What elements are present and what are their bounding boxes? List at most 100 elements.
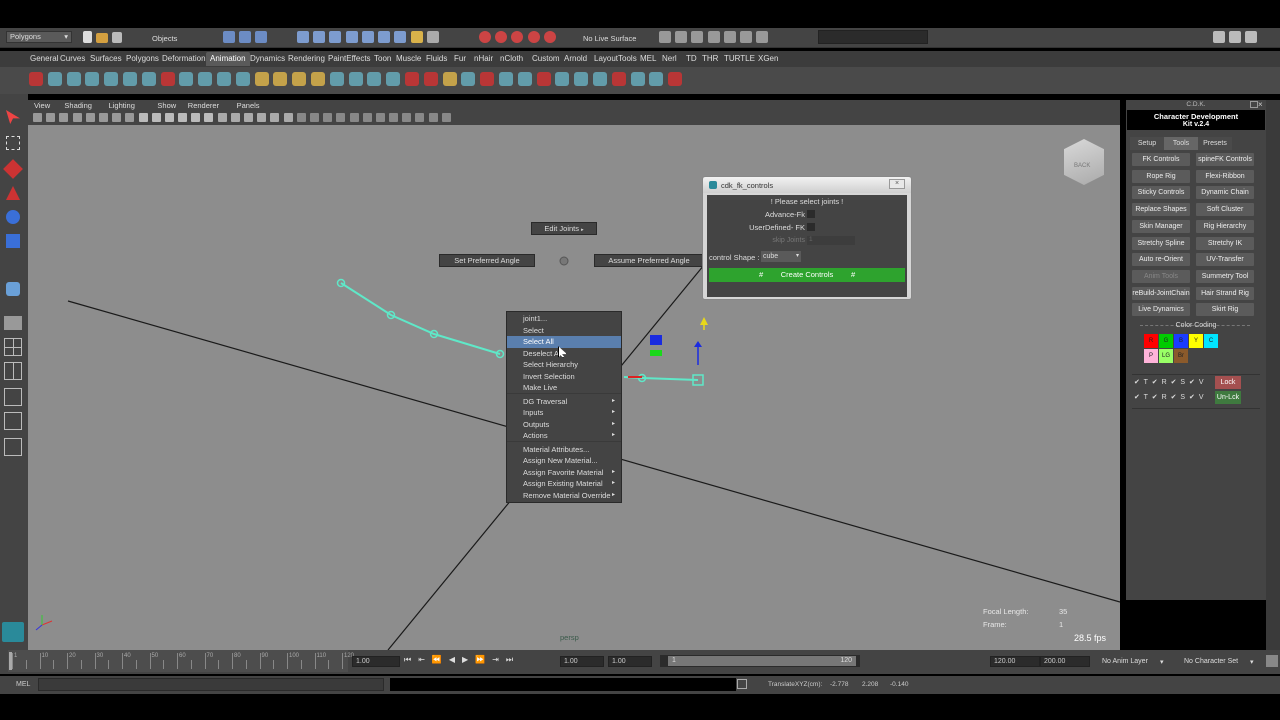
shelf-tool-icon[interactable]: [348, 72, 363, 86]
viewport-tool-icon[interactable]: [336, 113, 346, 122]
mask-dynamics-icon[interactable]: [378, 31, 391, 43]
shelf-tab-ncloth[interactable]: nCloth: [496, 52, 527, 66]
close-icon[interactable]: ×: [1258, 100, 1263, 109]
blue-control-shape[interactable]: [650, 335, 662, 345]
rotate-tool-icon[interactable]: [6, 210, 20, 224]
hypershade-icon[interactable]: [740, 31, 753, 43]
four-view-layout-icon[interactable]: [4, 338, 22, 356]
shelf-tool-icon[interactable]: [292, 72, 307, 86]
skip-joints-field[interactable]: 1: [807, 236, 855, 245]
quick-select-field[interactable]: [818, 30, 928, 44]
side-tab-strip[interactable]: [1266, 100, 1280, 650]
edit-joints-marking-item[interactable]: Edit Joints ▸: [531, 222, 597, 235]
shelf-tool-icon[interactable]: [536, 72, 551, 86]
range-slider-track[interactable]: 1 120: [660, 655, 860, 667]
auto-key-icon[interactable]: [1266, 655, 1278, 667]
mask-misc-icon[interactable]: [410, 31, 423, 43]
range-slider-handle[interactable]: 1 120: [668, 656, 856, 666]
cdk-button[interactable]: Anim Tools: [1132, 269, 1190, 283]
advance-fk-checkbox[interactable]: [807, 210, 815, 218]
cdk-button[interactable]: Soft Cluster: [1196, 203, 1254, 217]
color-swatch[interactable]: Y: [1189, 334, 1203, 348]
range-start-field[interactable]: 1.00: [560, 656, 604, 667]
viewport-menu-show[interactable]: Show: [157, 101, 176, 110]
render-view-icon[interactable]: [675, 31, 688, 43]
shelf-tab-deformation[interactable]: Deformation: [158, 52, 210, 66]
move-manip-z-arrow-icon[interactable]: [694, 341, 702, 347]
single-perspective-layout-icon[interactable]: [4, 316, 22, 330]
shelf-tool-icon[interactable]: [104, 72, 119, 86]
viewport-tool-icon[interactable]: [323, 113, 333, 122]
new-scene-icon[interactable]: [83, 31, 92, 43]
shelf-tab-arnold[interactable]: Arnold: [560, 52, 591, 66]
viewport-menu-renderer[interactable]: Renderer: [188, 101, 219, 110]
render-settings-icon[interactable]: [723, 31, 736, 43]
context-menu-item[interactable]: Remove Material Override ▸: [507, 490, 621, 502]
cdk-button[interactable]: Replace Shapes: [1132, 203, 1190, 217]
context-menu-item[interactable]: Invert Selection: [507, 371, 621, 383]
unlock-button[interactable]: Un-Lck: [1215, 391, 1241, 404]
viewport-tool-icon[interactable]: [178, 113, 188, 122]
viewport-tool-icon[interactable]: [441, 113, 451, 122]
shelf-tool-icon[interactable]: [198, 72, 213, 86]
viewport-tool-icon[interactable]: [230, 113, 240, 122]
context-menu-item[interactable]: Assign Existing Material ▸: [507, 478, 621, 490]
shelf-tool-icon[interactable]: [555, 72, 570, 86]
maximize-icon[interactable]: [1250, 101, 1258, 108]
shelf-tool-icon[interactable]: [235, 72, 250, 86]
perspective-viewport[interactable]: BACK Edit Joints ▸ Set Preferred Angle A…: [28, 125, 1120, 650]
context-menu-item[interactable]: Outputs ▸: [507, 419, 621, 431]
save-scene-icon[interactable]: [112, 32, 123, 43]
select-by-component-icon[interactable]: [255, 31, 268, 43]
context-menu-item[interactable]: Assign New Material...: [507, 455, 621, 467]
shelf-tool-icon[interactable]: [517, 72, 532, 86]
mel-command-input[interactable]: [38, 678, 384, 691]
cdk-button[interactable]: Summetry Tool: [1196, 269, 1254, 283]
mask-deformations-icon[interactable]: [361, 31, 374, 43]
shelf-tool-icon[interactable]: [442, 72, 457, 86]
snap-curve-icon[interactable]: [495, 31, 508, 43]
scale-tool-icon[interactable]: [6, 234, 20, 248]
assume-preferred-angle-marking-item[interactable]: Assume Preferred Angle: [594, 254, 704, 267]
viewport-tool-icon[interactable]: [204, 113, 214, 122]
mask-rendering-icon[interactable]: [394, 31, 407, 43]
ipr-render-icon[interactable]: [707, 31, 720, 43]
hypershade-layout-icon[interactable]: [4, 438, 22, 456]
cdk-button[interactable]: FK Controls: [1132, 153, 1190, 166]
two-view-layout-icon[interactable]: [4, 362, 22, 380]
color-swatch[interactable]: LG: [1159, 349, 1173, 363]
history-icon[interactable]: [659, 31, 671, 43]
color-swatch[interactable]: B: [1174, 334, 1188, 348]
shelf-tab-curves[interactable]: Curves: [56, 52, 89, 66]
frame-ruler[interactable]: 1 10 20 30 40 50 60 70 80 90 100 110 120: [8, 650, 354, 672]
color-swatch[interactable]: Br: [1174, 349, 1188, 363]
context-menu-item[interactable]: DG Traversal ▸: [507, 396, 621, 408]
cdk-button[interactable]: Stretchy Spline: [1132, 236, 1190, 250]
shelf-tab-custom[interactable]: Custom: [528, 52, 564, 66]
userdefined-fk-checkbox[interactable]: [807, 223, 815, 231]
cdk-tab-setup[interactable]: Setup: [1130, 137, 1164, 150]
mask-handles-icon[interactable]: [297, 31, 309, 43]
animation-end-field[interactable]: 200.00: [1040, 656, 1090, 667]
color-swatch[interactable]: G: [1159, 334, 1173, 348]
playback-start-field[interactable]: 1.00: [608, 656, 652, 667]
playback-end-field[interactable]: 120.00: [990, 656, 1040, 667]
toggle-tool-settings-icon[interactable]: [1229, 31, 1242, 43]
viewport-menu-panels[interactable]: Panels: [237, 101, 260, 110]
context-menu-item[interactable]: Material Attributes...: [507, 444, 621, 456]
viewport-tool-icon[interactable]: [138, 113, 148, 122]
shelf-tool-icon[interactable]: [592, 72, 607, 86]
shelf-tool-icon[interactable]: [329, 72, 344, 86]
snap-point-icon[interactable]: [511, 31, 524, 43]
snap-view-plane-icon[interactable]: [527, 31, 540, 43]
joint-chain-left[interactable]: [340, 282, 501, 355]
lasso-tool-icon[interactable]: [6, 136, 20, 150]
viewport-tool-icon[interactable]: [217, 113, 227, 122]
shelf-tool-icon[interactable]: [66, 72, 81, 86]
viewport-tool-icon[interactable]: [164, 113, 174, 122]
viewport-tool-icon[interactable]: [362, 113, 372, 122]
shelf-tab-nerl[interactable]: Nerl: [658, 52, 681, 66]
go-to-end-icon[interactable]: ⏭: [506, 655, 520, 664]
control-shape-dropdown[interactable]: cube ▾: [761, 251, 801, 262]
select-by-object-icon[interactable]: [239, 31, 252, 43]
